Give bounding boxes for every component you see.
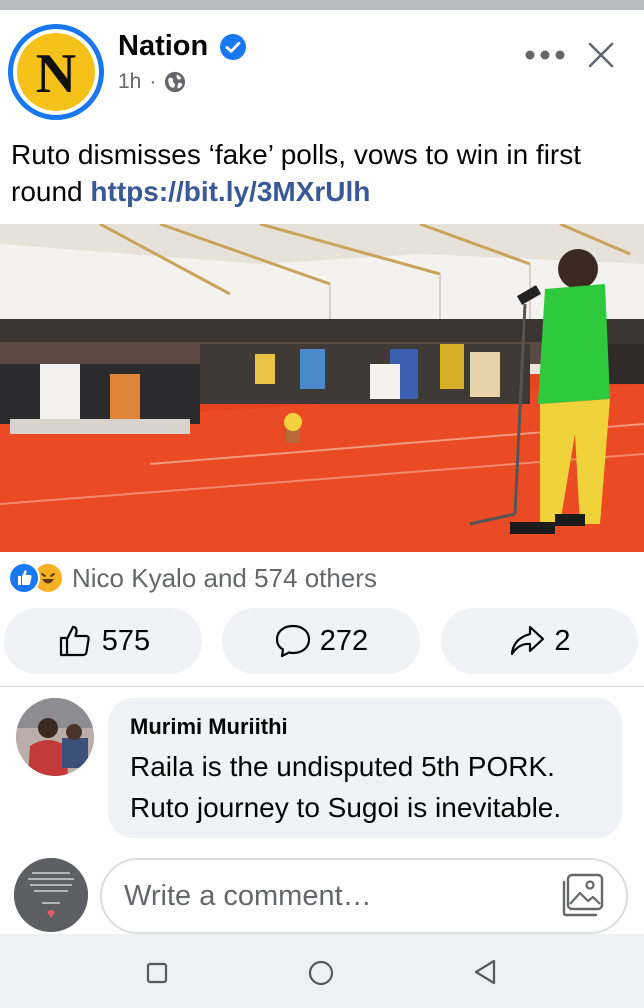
share-icon <box>511 625 545 656</box>
avatar-letter: N <box>35 43 77 105</box>
page-name[interactable]: Nation <box>118 30 208 63</box>
recent-apps-icon[interactable] <box>146 962 168 984</box>
reaction-summary-text: Nico Kyalo and 574 others <box>72 562 377 593</box>
share-button[interactable]: 2 <box>441 608 638 674</box>
comment-button[interactable]: 272 <box>222 608 420 674</box>
divider <box>0 686 644 687</box>
thumbs-up-icon <box>59 625 90 657</box>
globe-icon <box>165 71 186 93</box>
comment-count: 272 <box>319 624 369 657</box>
post-actions: 575 272 2 <box>0 608 644 674</box>
post-meta: 1h · <box>118 70 186 94</box>
post-text: Ruto dismisses ‘fake’ polls, vows to win… <box>11 136 631 210</box>
post-link[interactable]: https://bit.ly/3MXrUlh <box>90 176 370 207</box>
comment-line: Raila is the undisputed 5th PORK. <box>130 751 555 782</box>
page-avatar[interactable]: N <box>8 24 104 120</box>
share-count: 2 <box>554 624 571 657</box>
post-photo[interactable] <box>0 224 644 552</box>
speech-photo-illustration <box>0 224 644 552</box>
like-button[interactable]: 575 <box>4 608 202 674</box>
more-options-icon[interactable] <box>524 48 566 62</box>
back-icon[interactable] <box>472 958 498 986</box>
comment-bubble[interactable]: Murimi Muriithi Raila is the undisputed … <box>108 698 622 838</box>
reaction-summary[interactable]: Nico Kyalo and 574 others <box>8 560 377 596</box>
close-icon[interactable] <box>588 42 614 68</box>
like-reaction-icon <box>8 562 40 594</box>
system-navigation-bar <box>0 934 644 1008</box>
post-time[interactable]: 1h <box>118 70 141 94</box>
comment-input[interactable]: Write a comment… <box>100 858 628 934</box>
comment-placeholder: Write a comment… <box>124 879 372 912</box>
commenter-avatar[interactable] <box>16 698 94 776</box>
status-bar-strip <box>0 0 644 10</box>
post-header: N Nation 1h · <box>0 10 644 122</box>
home-icon[interactable] <box>308 960 334 986</box>
meta-separator: · <box>149 70 157 93</box>
comment-line: Ruto journey to Sugoi is inevitable. <box>130 792 562 823</box>
my-avatar <box>14 858 88 932</box>
photo-attach-icon[interactable] <box>560 872 606 918</box>
comment-icon <box>275 624 310 658</box>
like-count: 575 <box>101 624 151 657</box>
comment-body: Raila is the undisputed 5th PORK. Ruto j… <box>130 746 600 828</box>
verified-badge-icon <box>220 34 246 60</box>
comment-author[interactable]: Murimi Muriithi <box>130 714 600 740</box>
